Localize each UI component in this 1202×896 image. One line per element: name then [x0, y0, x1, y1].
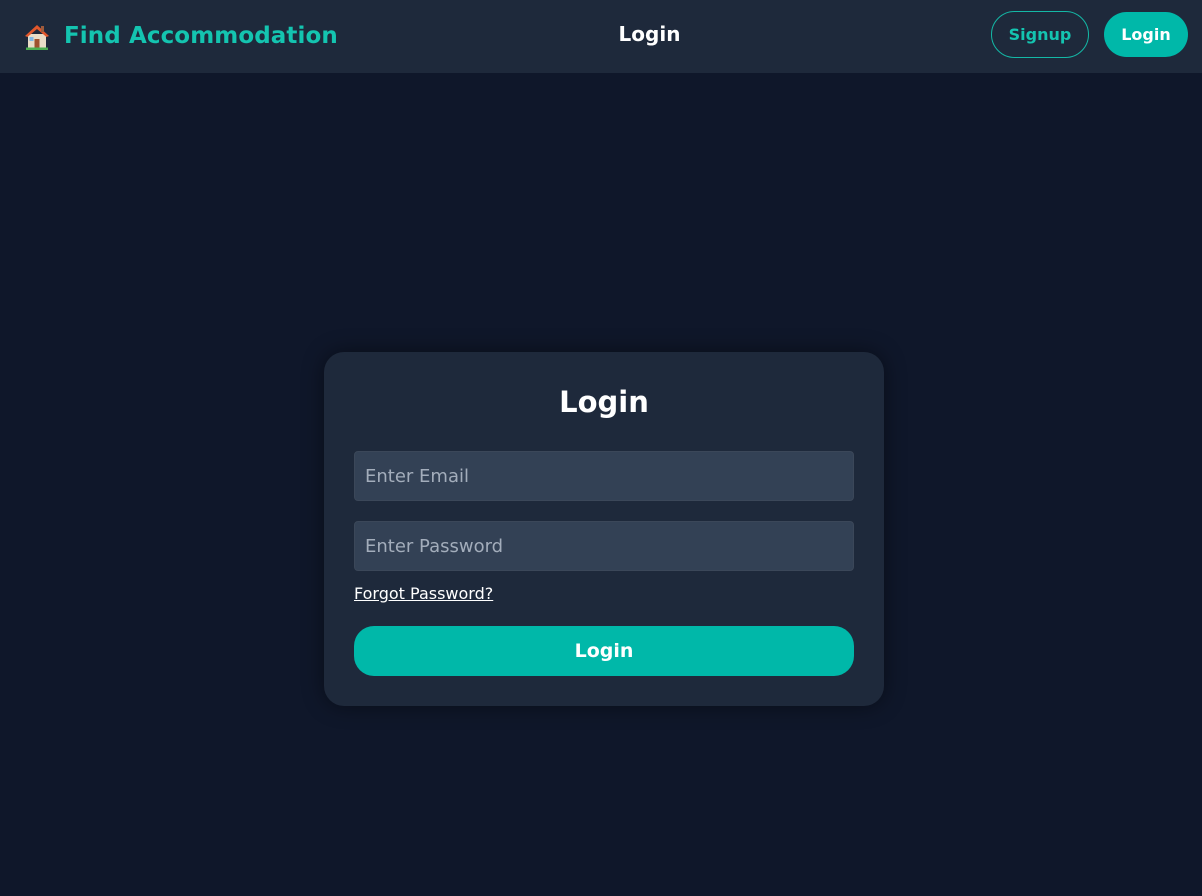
nav-login-button[interactable]: Login: [1104, 12, 1188, 57]
password-input[interactable]: [354, 521, 854, 571]
login-card: Login Forgot Password? Login: [324, 352, 884, 706]
login-submit-button[interactable]: Login: [354, 626, 854, 676]
top-navbar: Find Accommodation Login Signup Login: [0, 0, 1202, 73]
signup-button[interactable]: Signup: [991, 11, 1089, 58]
login-heading: Login: [559, 385, 649, 419]
email-input[interactable]: [354, 451, 854, 501]
forgot-password-link[interactable]: Forgot Password?: [354, 584, 493, 603]
